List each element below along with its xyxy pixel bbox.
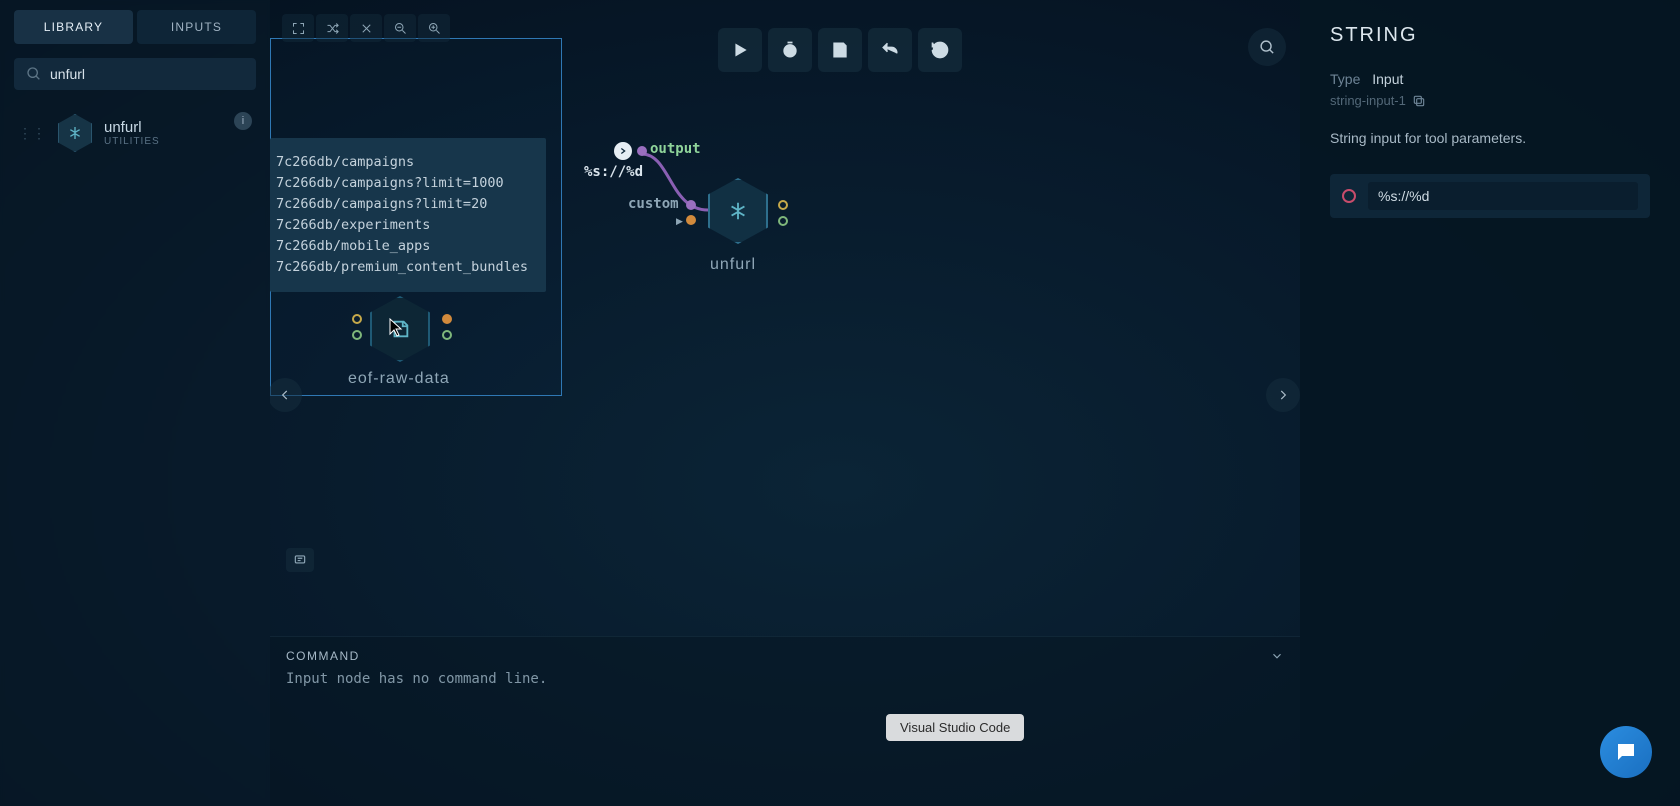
fullscreen-button[interactable] (282, 14, 314, 42)
save-button[interactable] (818, 28, 862, 72)
node-eof-label: eof-raw-data (348, 370, 450, 388)
search-box[interactable] (14, 58, 256, 90)
eof-out-port-1[interactable] (442, 314, 452, 324)
format-string-label: %s://%d (584, 164, 643, 180)
drag-grip-icon[interactable]: ⋮⋮ (18, 125, 46, 142)
copy-icon[interactable] (1412, 94, 1426, 108)
zoom-out-button[interactable] (384, 14, 416, 42)
chevron-down-icon[interactable] (1270, 649, 1284, 663)
unfurl-out-port-1[interactable] (778, 200, 788, 210)
playback-toolbar (718, 28, 962, 72)
inspector-type-value: Input (1372, 71, 1403, 87)
unfurl-hex-icon (58, 114, 92, 152)
canvas-toolbar (282, 14, 450, 42)
inspector-panel: STRING Type Input string-input-1 String … (1300, 0, 1680, 806)
eof-in-port-2[interactable] (352, 330, 362, 340)
custom-label: custom (628, 196, 679, 212)
timer-button[interactable] (768, 28, 812, 72)
field-port-icon (1342, 189, 1356, 203)
url-list-line: 7c266db/campaigns?limit=1000 (276, 175, 504, 191)
command-title: COMMAND (286, 649, 360, 663)
eof-in-port-1[interactable] (352, 314, 362, 324)
intercom-launcher[interactable] (1600, 726, 1652, 778)
url-list-line: 7c266db/mobile_apps (276, 238, 430, 254)
search-icon (26, 66, 42, 82)
node-unfurl-label: unfurl (710, 256, 756, 274)
url-list-line: 7c266db/experiments (276, 217, 430, 233)
custom-port-orange[interactable] (686, 215, 696, 225)
url-list-line: 7c266db/campaigns?limit=20 (276, 196, 487, 212)
tab-library[interactable]: LIBRARY (14, 10, 133, 44)
inspector-id: string-input-1 (1330, 93, 1406, 108)
history-button[interactable] (918, 28, 962, 72)
undo-button[interactable] (868, 28, 912, 72)
sidebar: LIBRARY INPUTS ⋮⋮ unfurl UTILITIES i (0, 0, 270, 806)
play-button[interactable] (718, 28, 762, 72)
command-body: Input node has no command line. (270, 671, 1300, 687)
library-item-unfurl[interactable]: ⋮⋮ unfurl UTILITIES i (14, 108, 256, 158)
url-list-line: 7c266db/premium_content_bundles (276, 259, 528, 275)
canvas-prev-button[interactable] (270, 378, 302, 412)
zoom-in-button[interactable] (418, 14, 450, 42)
sidebar-tabs: LIBRARY INPUTS (14, 10, 256, 44)
inspector-type-label: Type (1330, 71, 1360, 87)
library-item-name: unfurl (104, 119, 160, 136)
output-connector-badge[interactable] (614, 142, 632, 160)
node-unfurl[interactable] (708, 178, 768, 244)
search-input[interactable] (50, 66, 244, 82)
close-button[interactable] (350, 14, 382, 42)
output-port[interactable] (637, 146, 647, 156)
library-item-category: UTILITIES (104, 136, 160, 147)
play-triangle-icon: ▶ (676, 216, 683, 227)
command-panel: COMMAND Input node has no command line. (270, 636, 1300, 806)
node-eof-raw-data[interactable] (370, 296, 430, 362)
canvas-search-button[interactable] (1248, 28, 1286, 66)
canvas[interactable]: 7c266db/campaigns 7c266db/campaigns?limi… (270, 0, 1300, 806)
url-list-line: 7c266db/campaigns (276, 154, 414, 170)
inspector-value-input[interactable] (1368, 182, 1638, 210)
url-list-panel: 7c266db/campaigns 7c266db/campaigns?limi… (270, 138, 546, 292)
tab-inputs[interactable]: INPUTS (137, 10, 256, 44)
eof-out-port-2[interactable] (442, 330, 452, 340)
unfurl-out-port-2[interactable] (778, 216, 788, 226)
output-label: output (650, 141, 701, 157)
canvas-next-button[interactable] (1266, 378, 1300, 412)
info-icon[interactable]: i (234, 112, 252, 130)
comment-chip-button[interactable] (286, 548, 314, 572)
custom-port-purple[interactable] (686, 200, 696, 210)
inspector-description: String input for tool parameters. (1330, 130, 1650, 146)
inspector-title: STRING (1330, 24, 1650, 47)
shuffle-button[interactable] (316, 14, 348, 42)
inspector-value-field[interactable] (1330, 174, 1650, 218)
dock-tooltip: Visual Studio Code (886, 714, 1024, 741)
